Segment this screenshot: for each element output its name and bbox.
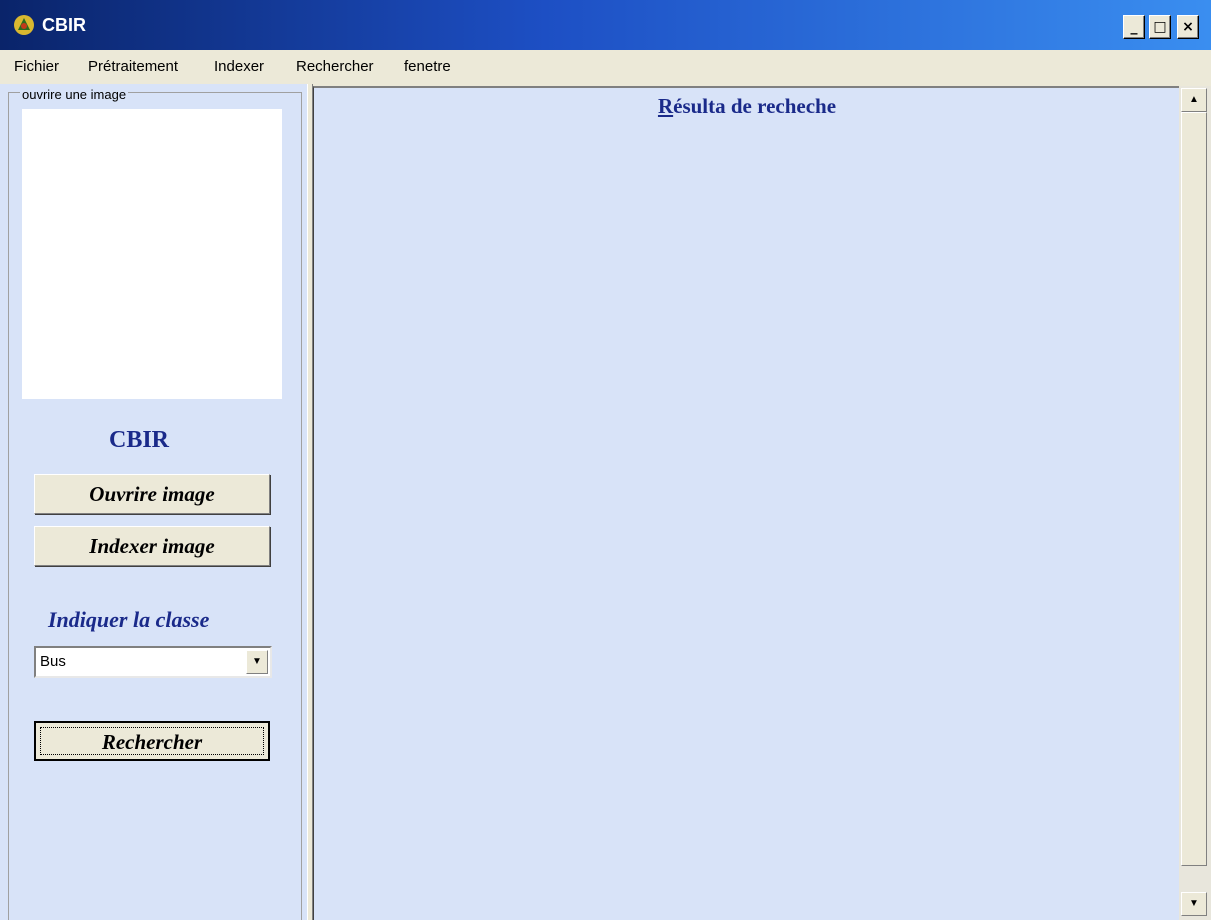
left-panel: ouvrire une image CBIR Ouvrire image Ind…	[0, 84, 311, 920]
menu-fenetre[interactable]: fenetre	[404, 58, 451, 75]
scroll-up-icon[interactable]: ▲	[1181, 88, 1207, 112]
app-icon	[14, 15, 34, 35]
menu-rechercher[interactable]: Rechercher	[296, 58, 374, 75]
scroll-down-icon[interactable]: ▼	[1181, 892, 1207, 916]
search-button[interactable]: Rechercher	[34, 721, 270, 761]
vertical-scrollbar[interactable]: ▲ ▼	[1179, 86, 1211, 920]
group-label: ouvrire une image	[20, 87, 129, 102]
menu-indexer[interactable]: Indexer	[214, 58, 264, 75]
maximize-button[interactable]: □	[1149, 15, 1171, 39]
menu-bar: Fichier Prétraitement Indexer Rechercher…	[0, 50, 1211, 84]
search-button-label: Rechercher	[40, 727, 264, 755]
index-image-button[interactable]: Indexer image	[34, 526, 270, 566]
class-label: Indiquer la classe	[48, 607, 210, 632]
menu-pretraitement[interactable]: Prétraitement	[88, 58, 178, 75]
results-title: Résulta de recheche	[314, 94, 1180, 119]
minimize-button[interactable]: _	[1123, 15, 1145, 39]
cbir-heading: CBIR	[108, 427, 169, 453]
window-title: CBIR	[42, 15, 86, 35]
title-bar: CBIR _ □ ×	[0, 0, 1211, 50]
results-panel: Résulta de recheche	[313, 86, 1179, 920]
class-select-value: Bus	[40, 653, 66, 670]
chevron-down-icon[interactable]: ▼	[246, 650, 268, 674]
class-select[interactable]: Bus ▼	[34, 646, 272, 678]
close-button[interactable]: ×	[1177, 15, 1199, 39]
scrollbar-thumb[interactable]	[1181, 112, 1207, 866]
open-image-button[interactable]: Ouvrire image	[34, 474, 270, 514]
image-preview	[22, 109, 282, 399]
results-title-text: Résulta de recheche	[657, 94, 837, 118]
menu-fichier[interactable]: Fichier	[14, 58, 59, 75]
